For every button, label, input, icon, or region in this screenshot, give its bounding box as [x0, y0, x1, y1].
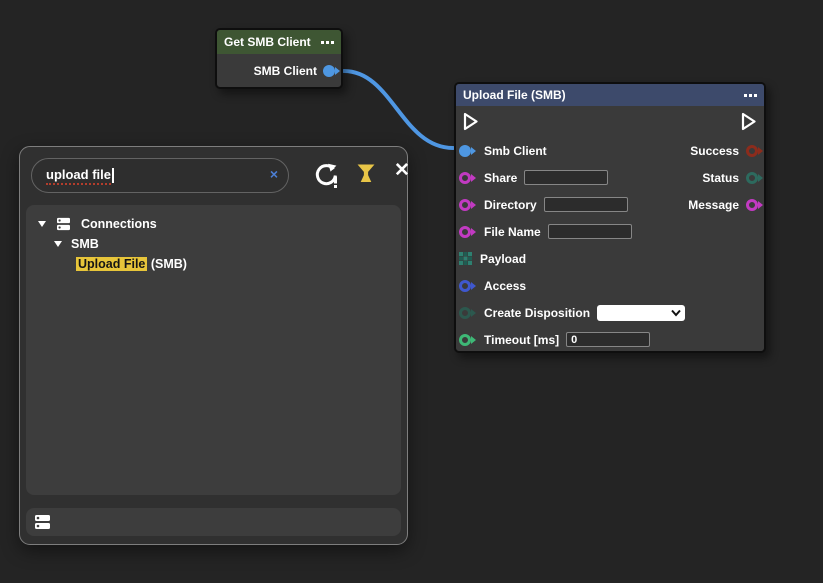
input-port-file-name[interactable]: [459, 226, 476, 238]
row-share: Share Status: [456, 164, 764, 191]
flow-out-port-icon[interactable]: [741, 112, 757, 131]
search-results-tree: Connections SMB Upload File (SMB): [26, 205, 401, 495]
input-label: Directory: [484, 198, 537, 212]
timeout-field[interactable]: [566, 332, 650, 347]
node-title: Upload File (SMB): [463, 88, 566, 102]
row-access: Access: [456, 272, 764, 299]
output-label: Message: [688, 198, 739, 212]
output-port-label: SMB Client: [254, 64, 317, 78]
input-port-create-disposition[interactable]: [459, 307, 476, 319]
output-port-status[interactable]: [746, 172, 763, 184]
row-directory: Directory Message: [456, 191, 764, 218]
tree-label-suffix: (SMB): [147, 257, 187, 271]
panel-footer: [26, 508, 401, 536]
input-label: Payload: [480, 252, 526, 266]
input-port-smb-client[interactable]: [459, 145, 476, 157]
search-input[interactable]: upload file ×: [31, 158, 289, 193]
create-disposition-select[interactable]: [597, 305, 685, 321]
refresh-alert-icon[interactable]: [313, 162, 340, 189]
input-port-payload-grid-icon[interactable]: [459, 252, 472, 265]
filter-funnel-icon[interactable]: [357, 164, 375, 183]
input-label: File Name: [484, 225, 541, 239]
file-name-field[interactable]: [548, 224, 632, 239]
row-create-disposition: Create Disposition: [456, 299, 764, 326]
row-smb-client: Smb Client Success: [456, 137, 764, 164]
input-label: Timeout [ms]: [484, 333, 559, 347]
caret-down-icon[interactable]: [54, 241, 62, 247]
search-query-text: upload file: [46, 167, 111, 185]
input-port-share[interactable]: [459, 172, 476, 184]
output-port-message[interactable]: [746, 199, 763, 211]
tree-label: SMB: [71, 237, 99, 251]
node-header: Upload File (SMB): [456, 84, 764, 106]
node-get-smb-client[interactable]: Get SMB Client SMB Client: [215, 28, 343, 89]
tree-item-upload-file-smb[interactable]: Upload File (SMB): [26, 254, 401, 274]
close-icon[interactable]: ✕: [394, 161, 410, 180]
node-search-panel: upload file × ✕ Connections: [19, 146, 408, 545]
output-port-smb-client[interactable]: [323, 65, 340, 77]
output-label: Status: [702, 171, 739, 185]
directory-field[interactable]: [544, 197, 628, 212]
row-timeout: Timeout [ms]: [456, 326, 764, 353]
caret-down-icon[interactable]: [38, 221, 46, 227]
chevron-down-icon: [671, 309, 681, 317]
input-port-directory[interactable]: [459, 199, 476, 211]
row-payload: Payload: [456, 245, 764, 272]
input-label: Share: [484, 171, 517, 185]
row-file-name: File Name: [456, 218, 764, 245]
node-title: Get SMB Client: [224, 35, 311, 49]
clear-search-icon[interactable]: ×: [270, 167, 278, 181]
tree-item-connections[interactable]: Connections: [26, 214, 401, 234]
connections-server-icon: [35, 514, 50, 530]
input-label: Access: [484, 279, 526, 293]
tree-item-smb[interactable]: SMB: [26, 234, 401, 254]
tree-label: Connections: [81, 217, 157, 231]
node-header: Get SMB Client: [217, 30, 341, 54]
input-label: Smb Client: [484, 144, 547, 158]
input-port-access[interactable]: [459, 280, 476, 292]
node-upload-file-smb[interactable]: Upload File (SMB) Smb Client Success Sha…: [454, 82, 766, 353]
output-port-success[interactable]: [746, 145, 763, 157]
connection-wire[interactable]: [344, 71, 453, 148]
node-menu-icon[interactable]: [321, 39, 334, 46]
input-port-timeout[interactable]: [459, 334, 476, 346]
text-caret: [112, 168, 114, 183]
output-label: Success: [690, 144, 739, 158]
flow-in-port-icon[interactable]: [463, 112, 479, 131]
input-label: Create Disposition: [484, 306, 590, 320]
share-field[interactable]: [524, 170, 608, 185]
connections-server-icon: [57, 217, 70, 231]
search-match-highlight: Upload File: [76, 257, 147, 271]
node-menu-icon[interactable]: [744, 92, 757, 99]
